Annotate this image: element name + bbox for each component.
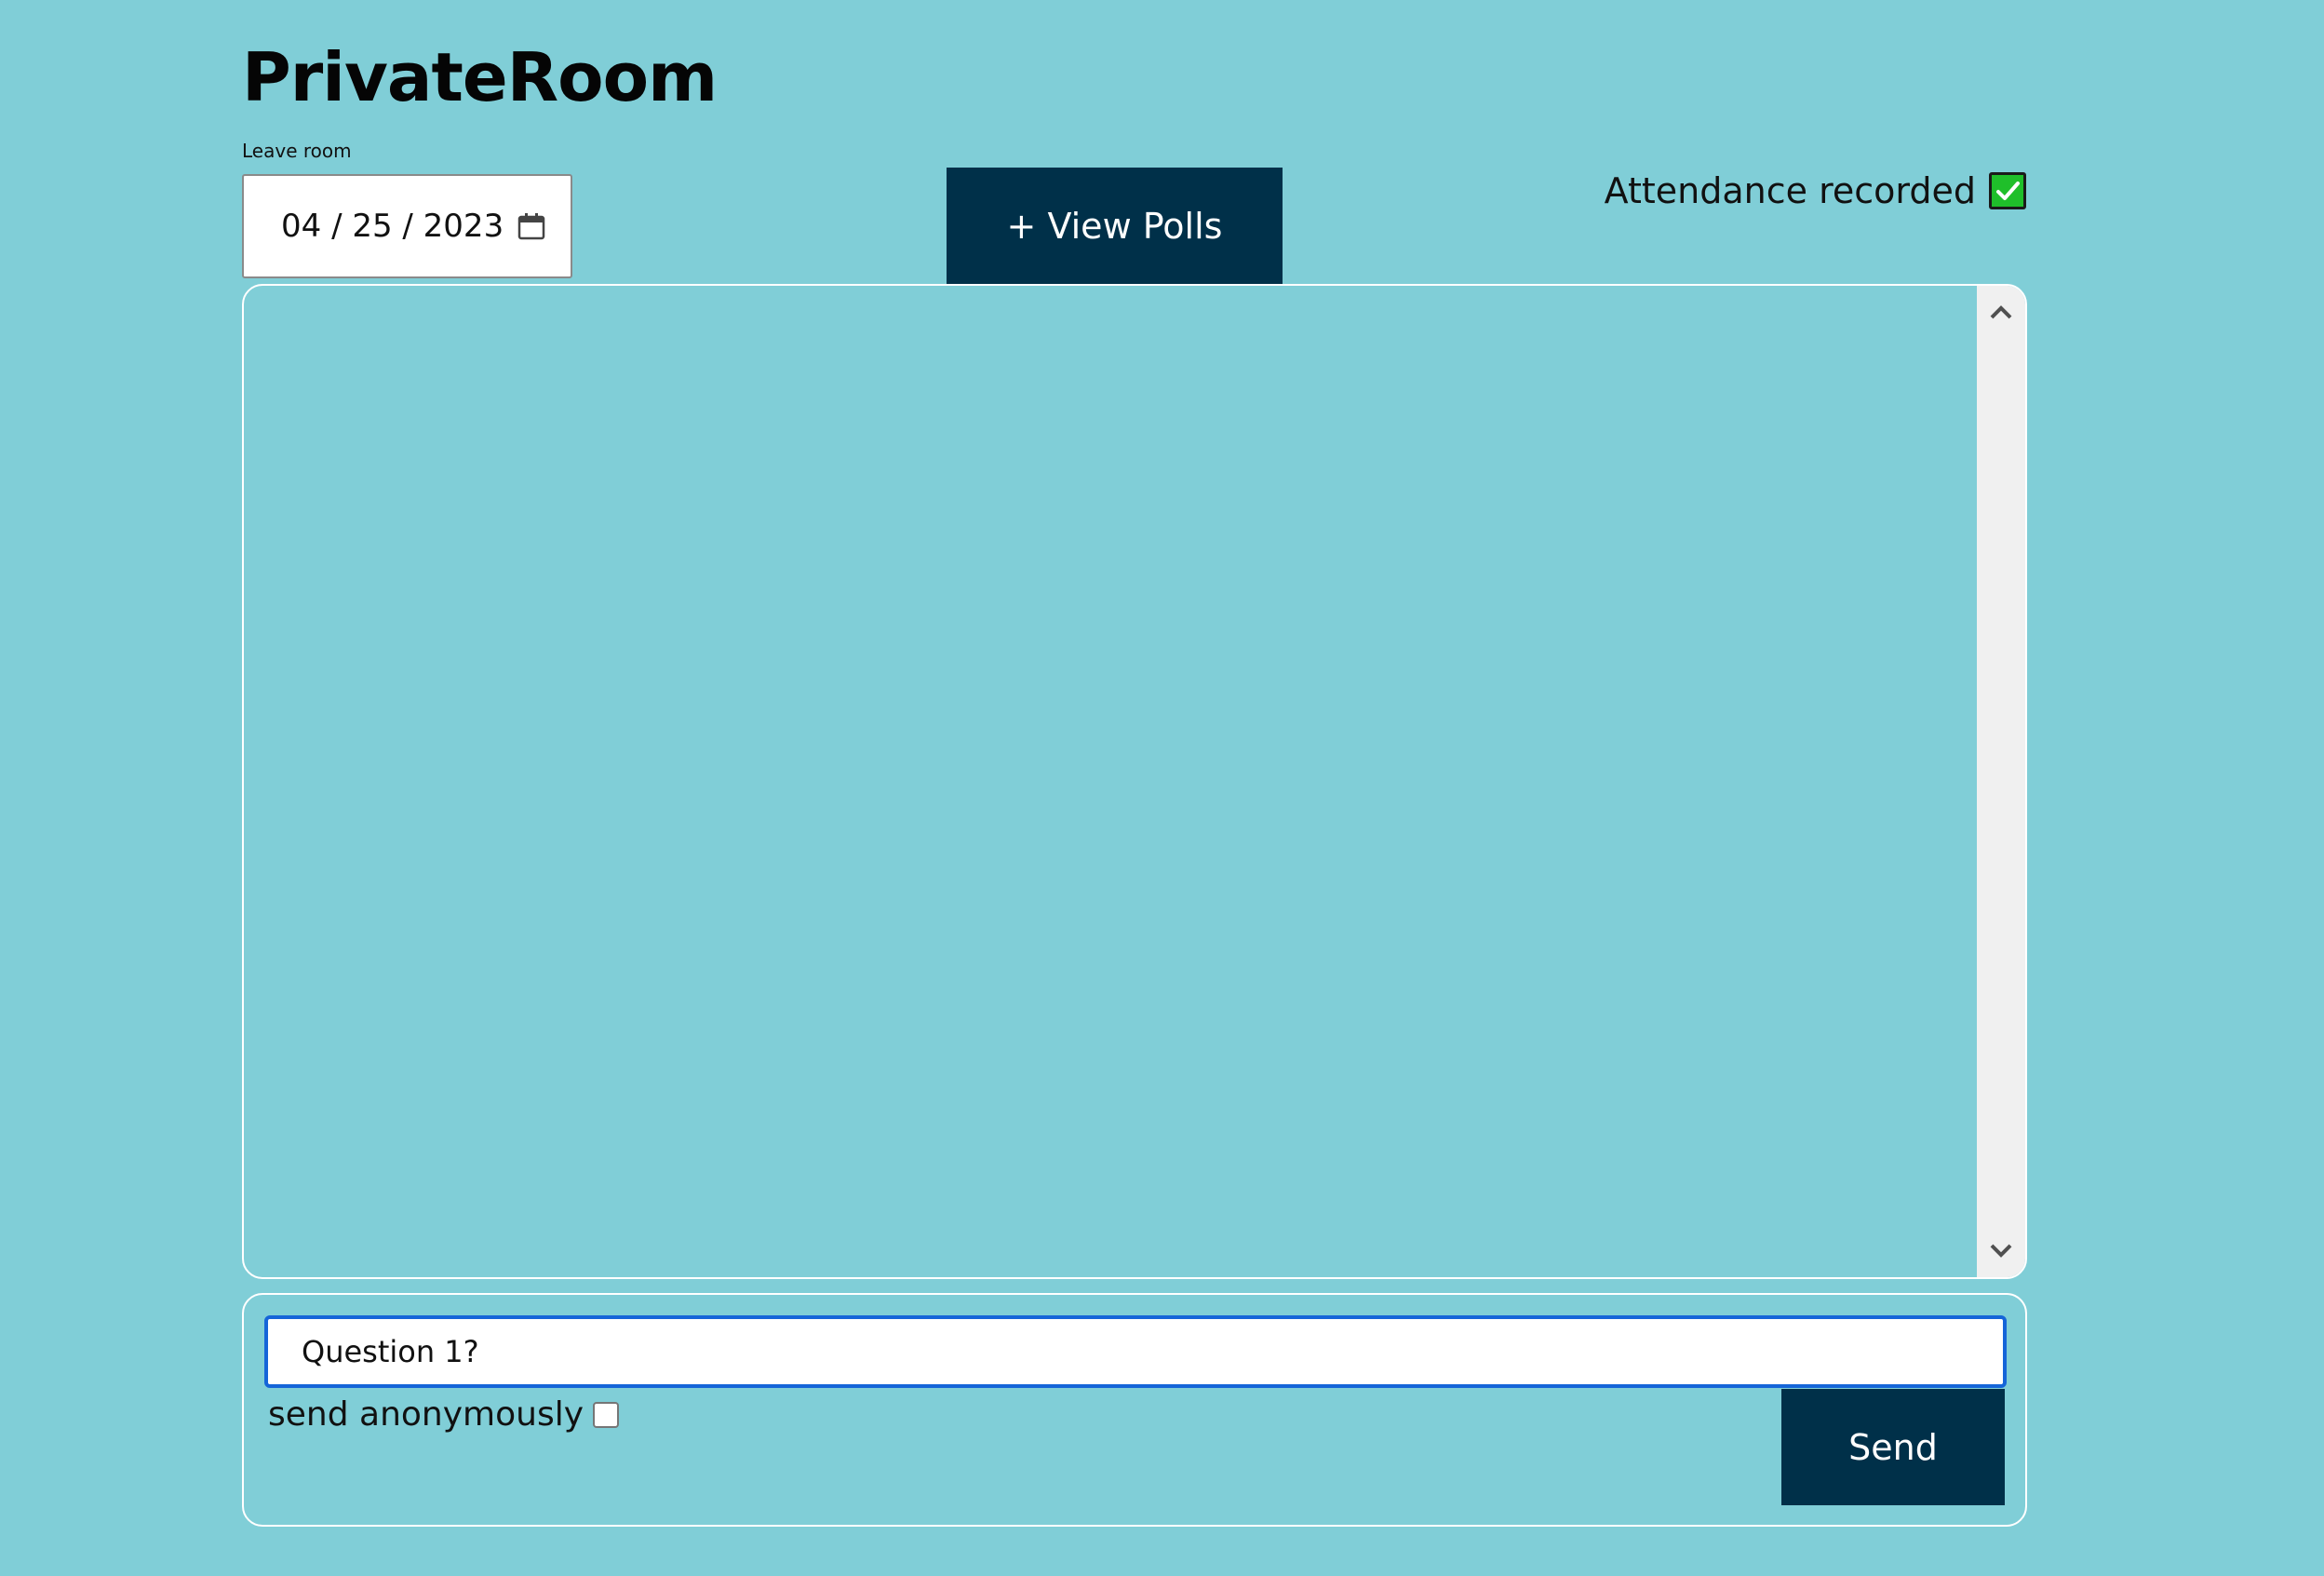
messages-panel[interactable] — [242, 284, 2027, 1279]
messages-scrollbar[interactable] — [1977, 286, 2025, 1277]
scroll-up-arrow-icon[interactable] — [1977, 291, 2025, 332]
message-input[interactable] — [264, 1315, 2007, 1388]
calendar-icon[interactable] — [517, 211, 546, 241]
attendance-label: Attendance recorded — [1604, 170, 1976, 211]
anonymous-option: send anonymously — [268, 1395, 620, 1434]
leave-room-link[interactable]: Leave room — [242, 140, 352, 162]
compose-panel: send anonymously Send — [242, 1293, 2027, 1527]
date-input[interactable]: 04 / 25 / 2023 — [242, 174, 572, 278]
view-polls-button[interactable]: + View Polls — [947, 168, 1283, 284]
checkmark-icon — [1996, 182, 2020, 200]
scroll-down-arrow-icon[interactable] — [1977, 1231, 2025, 1272]
date-value: 04 / 25 / 2023 — [281, 208, 504, 245]
send-button[interactable]: Send — [1781, 1389, 2005, 1505]
anonymous-checkbox[interactable] — [593, 1401, 620, 1428]
attendance-status: Attendance recorded — [1605, 170, 2026, 211]
attendance-checkbox — [1989, 172, 2026, 209]
anonymous-label: send anonymously — [268, 1395, 584, 1434]
page-title: PrivateRoom — [242, 38, 718, 116]
